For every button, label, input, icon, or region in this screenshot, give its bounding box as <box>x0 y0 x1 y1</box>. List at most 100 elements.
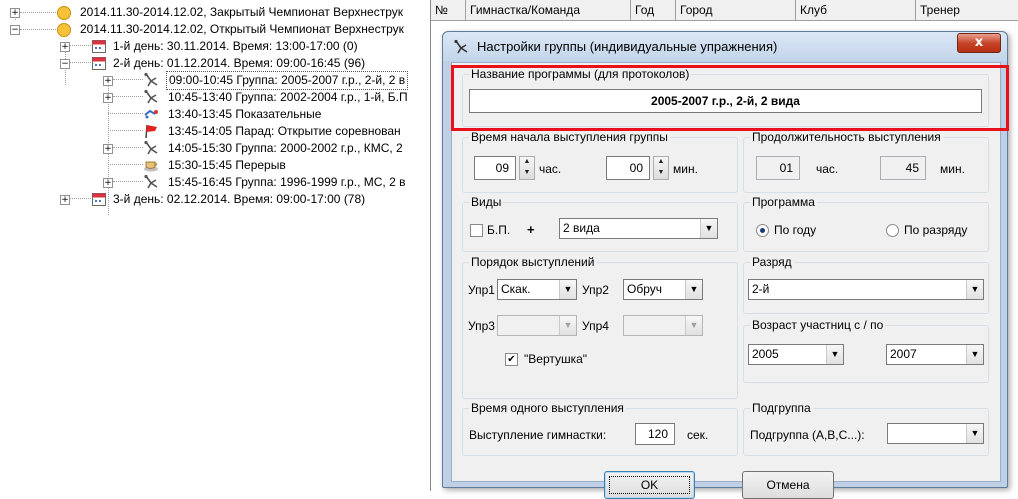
tree-node-label: 3-й день: 02.12.2014. Время: 09:00-17:00… <box>113 192 366 206</box>
by-rank-radio[interactable] <box>886 224 899 237</box>
close-button[interactable]: x <box>957 33 1001 53</box>
expand-icon[interactable]: + <box>103 93 113 103</box>
upr2-select[interactable]: Обруч ▼ <box>623 279 703 300</box>
age-from-select[interactable]: 2005 ▼ <box>748 344 844 365</box>
upr2-label: Упр2 <box>582 283 609 297</box>
minutes-unit-label: мин. <box>673 162 698 176</box>
tree-node-event[interactable]: 15:30-15:45 Перерыв <box>0 157 430 174</box>
column-header-coach[interactable]: Тренер <box>916 0 1018 20</box>
expand-icon[interactable]: + <box>103 76 113 86</box>
rank-group: Разряд 2-й ▼ <box>743 255 989 314</box>
upr1-label: Упр1 <box>468 283 495 297</box>
start-hours-input[interactable]: 09 <box>474 156 516 180</box>
start-time-legend: Время начала выступления группы <box>469 130 670 144</box>
program-legend: Программа <box>750 195 817 209</box>
chevron-down-icon[interactable]: ▼ <box>966 280 983 299</box>
column-header-gymnast[interactable]: Гимнастка/Команда <box>466 0 631 20</box>
start-minutes-input[interactable]: 00 <box>606 156 650 180</box>
performance-time-legend: Время одного выступления <box>469 401 626 415</box>
spin-up-icon[interactable]: ▲ <box>654 157 668 168</box>
tree-node-group[interactable]: + 10:45-13:40 Группа: 2002-2004 г.р., 1-… <box>0 89 430 106</box>
by-year-label: По году <box>774 223 817 237</box>
column-header-city[interactable]: Город <box>676 0 796 20</box>
dialog-titlebar[interactable]: Настройки группы (индивидуальные упражне… <box>443 32 1007 61</box>
duration-hours-field: 01 <box>756 156 800 180</box>
expand-icon[interactable]: + <box>103 144 113 154</box>
spin-down-icon[interactable]: ▼ <box>654 168 668 179</box>
kinds-select[interactable]: 2 вида ▼ <box>559 218 718 239</box>
bp-checkbox[interactable] <box>470 224 483 237</box>
close-icon: x <box>974 35 984 50</box>
performance-time-label: Выступление гимнастки: <box>469 428 607 442</box>
chevron-down-icon[interactable]: ▼ <box>685 280 702 299</box>
schedule-tree[interactable]: + 2014.11.30-2014.12.02, Закрытый Чемпио… <box>0 0 430 491</box>
subgroup-legend: Подгруппа <box>750 401 813 415</box>
tree-node-event[interactable]: 13:45-14:05 Парад: Открытие соревнован <box>0 123 430 140</box>
hours-unit-label: час. <box>816 162 839 176</box>
tree-node-day[interactable]: + 3-й день: 02.12.2014. Время: 09:00-17:… <box>0 191 430 208</box>
tree-node-event[interactable]: 13:40-13:45 Показательные <box>0 106 430 123</box>
age-to-select[interactable]: 2007 ▼ <box>886 344 984 365</box>
collapse-icon[interactable]: − <box>60 59 70 69</box>
program-group: Программа По году По разряду <box>743 195 989 252</box>
expand-icon[interactable]: + <box>60 42 70 52</box>
age-from-value: 2005 <box>752 347 779 361</box>
by-year-radio[interactable] <box>756 224 769 237</box>
kinds-group: Виды Б.П. + 2 вида ▼ <box>462 195 738 252</box>
chevron-down-icon[interactable]: ▼ <box>700 219 717 238</box>
calendar-icon <box>92 193 106 206</box>
subgroup-label: Подгруппа (A,B,C...): <box>750 428 865 442</box>
tree-node-day[interactable]: + 1-й день: 30.11.2014. Время: 13:00-17:… <box>0 38 430 55</box>
tree-node-group[interactable]: + 15:45-16:45 Группа: 1996-1999 г.р., МС… <box>0 174 430 191</box>
tree-node-competition[interactable]: + 2014.11.30-2014.12.02, Закрытый Чемпио… <box>0 4 430 21</box>
cancel-button[interactable]: Отмена <box>742 471 834 499</box>
column-header-number[interactable]: № <box>431 0 466 20</box>
subgroup-select[interactable]: ▼ <box>887 423 984 444</box>
calendar-icon <box>92 40 106 53</box>
tree-node-competition[interactable]: − 2014.11.30-2014.12.02, Открытый Чемпио… <box>0 21 430 38</box>
expand-icon[interactable]: + <box>103 178 113 188</box>
age-legend: Возраст участниц с / по <box>750 318 886 332</box>
tree-node-day[interactable]: − 2-й день: 01.12.2014. Время: 09:00-16:… <box>0 55 430 72</box>
expand-icon[interactable]: + <box>10 8 20 18</box>
vertushka-checkbox[interactable]: ✔ <box>505 353 518 366</box>
ball-icon <box>57 23 71 37</box>
performance-time-group: Время одного выступления Выступление гим… <box>462 401 738 456</box>
chevron-down-icon[interactable]: ▼ <box>966 345 983 364</box>
rank-select-value: 2-й <box>752 282 770 296</box>
duration-group: Продолжительность выступления 01 час. 45… <box>743 130 989 193</box>
gymnast-icon <box>144 72 158 87</box>
tree-node-label: 10:45-13:40 Группа: 2002-2004 г.р., 1-й,… <box>168 90 408 104</box>
performance-time-input[interactable]: 120 <box>635 423 675 445</box>
ok-button[interactable]: OK <box>604 471 695 499</box>
tree-node-group[interactable]: + 09:00-10:45 Группа: 2005-2007 г.р., 2-… <box>0 71 430 90</box>
chevron-down-icon: ▼ <box>685 316 702 335</box>
age-group: Возраст участниц с / по 2005 ▼ 2007 ▼ <box>743 318 989 383</box>
hours-unit-label: час. <box>539 162 562 176</box>
column-header-club[interactable]: Клуб <box>796 0 916 20</box>
chevron-down-icon: ▼ <box>559 316 576 335</box>
spin-up-icon[interactable]: ▲ <box>520 157 534 168</box>
column-header-year[interactable]: Год <box>631 0 676 20</box>
kinds-select-value: 2 вида <box>563 221 600 235</box>
rank-select[interactable]: 2-й ▼ <box>748 279 984 300</box>
start-hours-spinner[interactable]: ▲ ▼ <box>519 156 535 180</box>
chevron-down-icon[interactable]: ▼ <box>826 345 843 364</box>
tree-node-label: 15:45-16:45 Группа: 1996-1999 г.р., МС, … <box>168 175 406 189</box>
start-minutes-spinner[interactable]: ▲ ▼ <box>653 156 669 180</box>
vertushka-label: "Вертушка" <box>524 352 588 366</box>
chevron-down-icon[interactable]: ▼ <box>559 280 576 299</box>
gymnast-icon <box>144 174 158 189</box>
expand-icon[interactable]: + <box>60 195 70 205</box>
tree-node-label: 13:40-13:45 Показательные <box>168 107 322 121</box>
upr3-label: Упр3 <box>468 319 495 333</box>
tree-node-group[interactable]: + 14:05-15:30 Группа: 2000-2002 г.р., КМ… <box>0 140 430 157</box>
collapse-icon[interactable]: − <box>10 25 20 35</box>
upr1-select[interactable]: Скак. ▼ <box>497 279 577 300</box>
spin-down-icon[interactable]: ▼ <box>520 168 534 179</box>
show-icon <box>144 109 158 119</box>
tree-node-label: 14:05-15:30 Группа: 2000-2002 г.р., КМС,… <box>168 141 403 155</box>
minutes-unit-label: мин. <box>940 162 965 176</box>
chevron-down-icon[interactable]: ▼ <box>966 424 983 443</box>
upr4-select: ▼ <box>623 315 703 336</box>
